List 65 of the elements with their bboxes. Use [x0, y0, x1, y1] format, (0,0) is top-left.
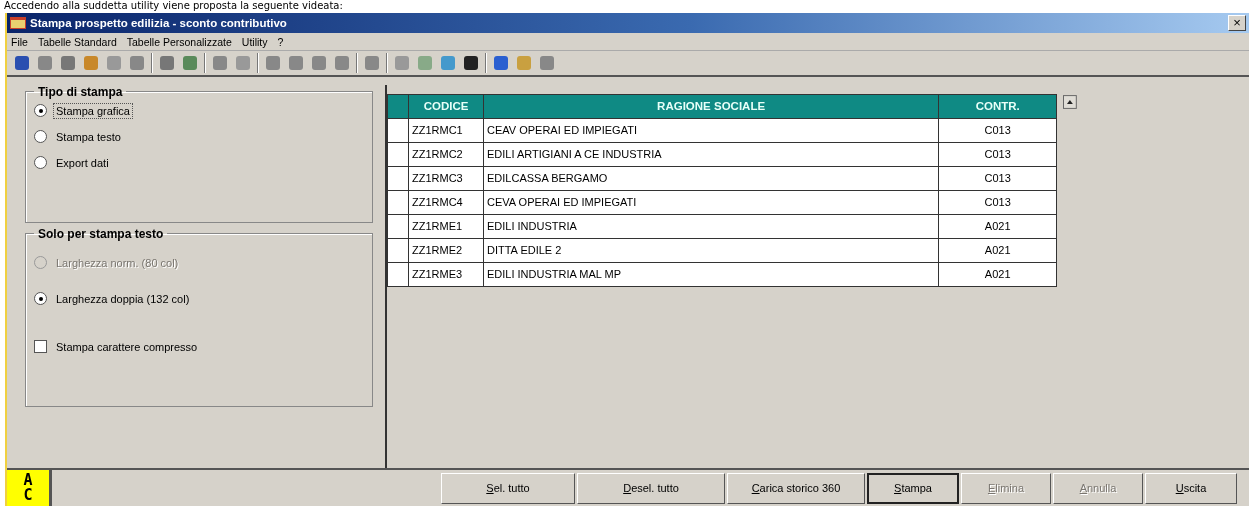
radio-button[interactable]: [34, 292, 47, 305]
action-button[interactable]: Carica storico 360: [727, 472, 865, 504]
table-cell: A021: [938, 262, 1057, 286]
table-cell: A021: [938, 214, 1057, 238]
menu-item[interactable]: ?: [277, 35, 284, 48]
table-cell: EDILI INDUSTRIA MAL MP: [483, 262, 939, 286]
table-cell: C013: [938, 166, 1057, 190]
group-title: Tipo di stampa: [37, 84, 124, 99]
app-icon: [10, 17, 26, 30]
action-button[interactable]: Sel. tutto: [441, 472, 575, 504]
table-cell: EDILI INDUSTRIA: [483, 214, 939, 238]
checkbox[interactable]: [34, 340, 47, 353]
group-title: Solo per stampa testo: [37, 226, 165, 241]
table-cell: ZZ1RME1: [408, 214, 484, 238]
radio-button[interactable]: [34, 156, 47, 169]
row-selector[interactable]: [387, 166, 409, 190]
table-cell: ZZ1RMC4: [408, 190, 484, 214]
action-button: Elimina: [961, 472, 1051, 504]
row-selector[interactable]: [387, 214, 409, 238]
menu-item[interactable]: Utility: [241, 35, 268, 48]
table-cell: ZZ1RME2: [408, 238, 484, 262]
table-cell: C013: [938, 142, 1057, 166]
row-selector[interactable]: [387, 118, 409, 142]
table-cell: CEVA OPERAI ED IMPIEGATI: [483, 190, 939, 214]
table-cell: C013: [938, 118, 1057, 142]
action-button[interactable]: Stampa: [867, 472, 959, 504]
menu-item[interactable]: Tabelle Personalizzate: [126, 35, 232, 48]
column-header: CONTR.: [938, 94, 1057, 118]
square-icon[interactable]: [363, 53, 381, 72]
column-header: CODICE: [408, 94, 484, 118]
row-selector[interactable]: [387, 238, 409, 262]
table-cell: DITTA EDILE 2: [483, 238, 939, 262]
row-selector[interactable]: [387, 142, 409, 166]
option-label: Export dati: [55, 155, 110, 171]
action-button[interactable]: Uscita: [1145, 472, 1237, 504]
radio-button[interactable]: [34, 130, 47, 143]
radio-button[interactable]: [34, 104, 47, 117]
table-cell: ZZ1RMC2: [408, 142, 484, 166]
option-label: Stampa grafica: [53, 102, 133, 119]
window-title: Stampa prospetto edilizia - sconto contributivo: [30, 17, 288, 30]
table-cell: EDILCASSA BERGAMO: [483, 166, 939, 190]
table-cell: C013: [938, 190, 1057, 214]
option-label: Stampa carattere compresso: [55, 339, 199, 355]
action-button: Annulla: [1053, 472, 1143, 504]
logo-letter: A: [23, 472, 33, 488]
square-icon[interactable]: [538, 53, 556, 72]
table-cell: ZZ1RMC1: [408, 118, 484, 142]
scroll-up-icon[interactable]: [1063, 94, 1077, 109]
option-label: Stampa testo: [55, 129, 122, 145]
row-selector[interactable]: [387, 262, 409, 286]
table-cell: A021: [938, 238, 1057, 262]
column-header: RAGIONE SOCIALE: [483, 94, 939, 118]
table-cell: CEAV OPERAI ED IMPIEGATI: [483, 118, 939, 142]
row-selector[interactable]: [387, 190, 409, 214]
option-label: Larghezza doppia (132 col): [55, 291, 191, 307]
table-cell: ZZ1RME3: [408, 262, 484, 286]
table-cell: ZZ1RMC3: [408, 166, 484, 190]
table-cell: EDILI ARTIGIANI A CE INDUSTRIA: [483, 142, 939, 166]
menu-item[interactable]: Tabelle Standard: [37, 35, 117, 48]
option-label: Larghezza norm. (80 col): [55, 255, 180, 271]
action-button[interactable]: Desel. tutto: [577, 472, 725, 504]
logo-letter: C: [23, 487, 33, 503]
close-button[interactable]: ×: [1228, 15, 1246, 32]
menu-item[interactable]: File: [11, 35, 28, 48]
document-caption: Accedendo alla suddetta utility viene proposta la seguente videata:: [3, 0, 344, 13]
